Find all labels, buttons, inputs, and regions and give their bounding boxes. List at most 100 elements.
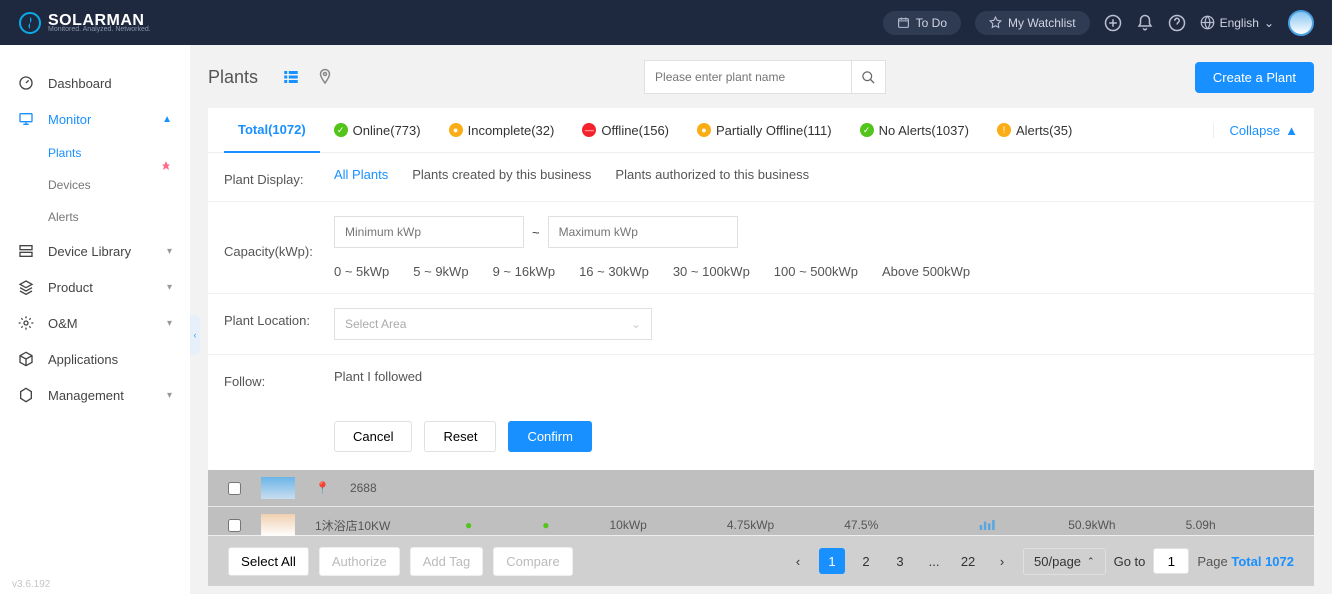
location-select[interactable]: Select Area ⌄ bbox=[334, 308, 652, 340]
sidebar-label: Monitor bbox=[48, 112, 91, 127]
min-capacity-input[interactable] bbox=[334, 216, 524, 248]
version-label: v3.6.192 bbox=[12, 579, 50, 590]
sidebar-item-product[interactable]: Product ▾ bbox=[0, 269, 190, 305]
page-dots: ... bbox=[921, 548, 947, 574]
plant-name: 1沐浴店10KW bbox=[315, 517, 445, 534]
cell-hours: 5.09h bbox=[1186, 518, 1216, 532]
tab-noalerts[interactable]: ✓ No Alerts(1037) bbox=[846, 109, 983, 152]
row-checkbox[interactable] bbox=[228, 519, 241, 532]
sidebar-sub-alerts[interactable]: Alerts bbox=[0, 201, 190, 233]
sidebar-item-applications[interactable]: Applications bbox=[0, 341, 190, 377]
page-next[interactable]: › bbox=[989, 548, 1015, 574]
status-dot-green: ✓ bbox=[860, 123, 874, 137]
page-total: Page Total 1072 bbox=[1197, 554, 1294, 569]
todo-label: To Do bbox=[916, 16, 947, 30]
plant-thumbnail bbox=[261, 477, 295, 499]
tab-incomplete[interactable]: ●Incomplete(32) bbox=[435, 109, 569, 152]
help-icon[interactable] bbox=[1168, 14, 1186, 32]
capacity-range-7[interactable]: Above 500kWp bbox=[882, 264, 970, 279]
table-row[interactable]: 📍 2688 bbox=[208, 470, 1314, 507]
capacity-range-2[interactable]: 5 ~ 9kWp bbox=[413, 264, 468, 279]
language-selector[interactable]: English ⌄ bbox=[1200, 15, 1274, 30]
capacity-range-1[interactable]: 0 ~ 5kWp bbox=[334, 264, 389, 279]
add-icon[interactable] bbox=[1104, 14, 1122, 32]
flame-icon bbox=[18, 11, 42, 35]
search-input[interactable] bbox=[644, 60, 852, 94]
capacity-label: Capacity(kWp): bbox=[224, 216, 334, 259]
capacity-range-4[interactable]: 16 ~ 30kWp bbox=[579, 264, 649, 279]
map-view-icon[interactable] bbox=[316, 68, 334, 86]
page-1[interactable]: 1 bbox=[819, 548, 845, 574]
create-plant-button[interactable]: Create a Plant bbox=[1195, 62, 1314, 93]
capacity-range-6[interactable]: 100 ~ 500kWp bbox=[774, 264, 858, 279]
page-2[interactable]: 2 bbox=[853, 548, 879, 574]
capacity-tilde: ~ bbox=[532, 225, 540, 240]
select-all-button[interactable]: Select All bbox=[228, 547, 309, 576]
tab-label: Partially Offline(111) bbox=[716, 123, 832, 138]
tab-label: Online(773) bbox=[353, 123, 421, 138]
list-view-icon[interactable] bbox=[282, 68, 300, 86]
confirm-button[interactable]: Confirm bbox=[508, 421, 592, 452]
tab-online[interactable]: ✓ Online(773) bbox=[320, 109, 435, 152]
cell-ratio: 47.5% bbox=[844, 518, 878, 532]
filter-display-all[interactable]: All Plants bbox=[334, 167, 388, 182]
sidebar-item-om[interactable]: O&M ▾ bbox=[0, 305, 190, 341]
tab-total[interactable]: Total(1072) bbox=[224, 108, 320, 153]
page-size-label: 50/page bbox=[1034, 554, 1081, 569]
monitor-icon bbox=[18, 111, 34, 127]
follow-label: Follow: bbox=[224, 369, 334, 389]
filter-display-created[interactable]: Plants created by this business bbox=[412, 167, 591, 182]
watchlist-button[interactable]: My Watchlist bbox=[975, 11, 1090, 35]
sidebar-item-dashboard[interactable]: Dashboard bbox=[0, 65, 190, 101]
search-button[interactable] bbox=[852, 60, 886, 94]
cancel-button[interactable]: Cancel bbox=[334, 421, 412, 452]
cell-energy: 50.9kWh bbox=[1068, 518, 1115, 532]
chevron-down-icon: ⌄ bbox=[1264, 16, 1274, 30]
follow-option[interactable]: Plant I followed bbox=[334, 369, 422, 384]
capacity-range-5[interactable]: 30 ~ 100kWp bbox=[673, 264, 750, 279]
todo-button[interactable]: To Do bbox=[883, 11, 961, 35]
avatar[interactable] bbox=[1288, 10, 1314, 36]
add-tag-button[interactable]: Add Tag bbox=[410, 547, 483, 576]
page-3[interactable]: 3 bbox=[887, 548, 913, 574]
filter-display-authorized[interactable]: Plants authorized to this business bbox=[615, 167, 809, 182]
max-capacity-input[interactable] bbox=[548, 216, 738, 248]
compare-button[interactable]: Compare bbox=[493, 547, 572, 576]
status-dot: ● bbox=[465, 518, 472, 532]
sidebar-sub-plants[interactable]: Plants bbox=[0, 137, 190, 169]
hexagon-icon bbox=[18, 387, 34, 403]
marker-icon: 📍 bbox=[315, 481, 330, 495]
authorize-button[interactable]: Authorize bbox=[319, 547, 400, 576]
sidebar-item-management[interactable]: Management ▾ bbox=[0, 377, 190, 413]
bell-icon[interactable] bbox=[1136, 14, 1154, 32]
row-checkbox[interactable] bbox=[228, 482, 241, 495]
tab-offline[interactable]: —Offline(156) bbox=[568, 109, 683, 152]
chevron-down-icon: ▾ bbox=[167, 390, 172, 401]
sidebar-label: O&M bbox=[48, 316, 78, 331]
sidebar-label: Dashboard bbox=[48, 76, 112, 91]
total-count: Total 1072 bbox=[1231, 554, 1294, 569]
status-dot-orange: ● bbox=[697, 123, 711, 137]
sidebar-item-device-library[interactable]: Device Library ▾ bbox=[0, 233, 190, 269]
goto-label: Go to bbox=[1114, 554, 1146, 569]
chevron-down-icon: ▾ bbox=[167, 318, 172, 329]
pagination-bar: Select All Authorize Add Tag Compare ‹ 1… bbox=[208, 536, 1314, 586]
goto-input[interactable] bbox=[1153, 548, 1189, 574]
tab-partial[interactable]: ● Partially Offline(111) bbox=[683, 109, 846, 152]
reset-button[interactable]: Reset bbox=[424, 421, 496, 452]
sidebar-sub-devices[interactable]: Devices bbox=[0, 169, 190, 201]
search-icon bbox=[861, 70, 876, 85]
page-prev[interactable]: ‹ bbox=[785, 548, 811, 574]
cell-current: 4.75kWp bbox=[727, 518, 774, 532]
capacity-range-3[interactable]: 9 ~ 16kWp bbox=[493, 264, 556, 279]
tab-alerts[interactable]: !Alerts(35) bbox=[983, 109, 1086, 152]
sidebar-sub-label: Plants bbox=[48, 146, 81, 160]
sidebar-item-monitor[interactable]: Monitor ▲ bbox=[0, 101, 190, 137]
sidebar-sub-label: Devices bbox=[48, 178, 91, 192]
status-dot-green: ✓ bbox=[334, 123, 348, 137]
page-last[interactable]: 22 bbox=[955, 548, 981, 574]
collapse-button[interactable]: Collapse▲ bbox=[1213, 123, 1298, 138]
sidebar: Dashboard Monitor ▲ Plants Devices Alert… bbox=[0, 45, 190, 594]
tab-label: No Alerts(1037) bbox=[879, 123, 969, 138]
page-size-select[interactable]: 50/page⌃ bbox=[1023, 548, 1106, 575]
